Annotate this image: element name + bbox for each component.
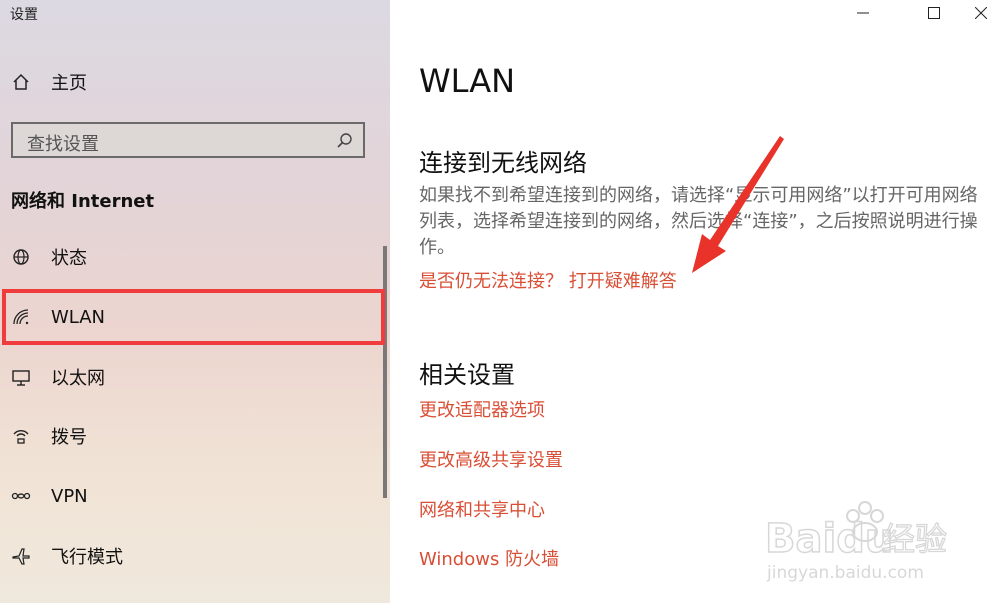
baidu-watermark: Baidu 经验 jingyan.baidu.com — [764, 490, 995, 585]
sidebar-item-airplane[interactable]: 飞行模式 — [0, 532, 385, 580]
sidebar-item-home[interactable]: 主页 — [0, 58, 385, 106]
sidebar-item-label: 拨号 — [51, 427, 87, 448]
sidebar-item-label: VPN — [51, 485, 88, 507]
search-icon[interactable] — [336, 132, 354, 150]
watermark-brand: Baidu — [765, 516, 893, 562]
section-title: 网络和 Internet — [11, 191, 155, 212]
sidebar-item-label: 主页 — [51, 73, 87, 94]
watermark-url: jingyan.baidu.com — [766, 563, 924, 583]
search-input[interactable]: 查找设置 — [11, 122, 365, 158]
wlan-highlight-box — [2, 289, 385, 345]
window-title: 设置 — [10, 7, 38, 23]
home-icon — [10, 71, 32, 93]
sidebar-scrollbar[interactable] — [383, 246, 387, 498]
sidebar-item-vpn[interactable]: VPN — [0, 472, 385, 520]
page-title: WLAN — [419, 62, 516, 100]
sidebar-item-status[interactable]: 状态 — [0, 233, 385, 281]
annotation-arrow — [692, 136, 784, 273]
troubleshoot-link[interactable]: 是否仍无法连接？ 打开疑难解答 — [419, 267, 677, 293]
search-placeholder: 查找设置 — [27, 134, 99, 155]
sidebar-item-ethernet[interactable]: 以太网 — [0, 353, 385, 401]
globe-icon — [10, 246, 32, 268]
watermark-suffix: 经验 — [883, 520, 947, 558]
connect-section-title: 连接到无线网络 — [419, 149, 587, 177]
sidebar-item-label: 以太网 — [51, 368, 105, 389]
airplane-icon — [10, 545, 32, 567]
related-settings-title: 相关设置 — [419, 361, 515, 389]
vpn-icon — [10, 485, 32, 507]
network-sharing-center-link[interactable]: 网络和共享中心 — [419, 496, 545, 522]
sidebar-item-label: 状态 — [51, 248, 87, 269]
sidebar-item-dialup[interactable]: 拨号 — [0, 412, 385, 460]
dialup-icon — [10, 425, 32, 447]
ethernet-icon — [10, 366, 32, 388]
sidebar-item-label: 飞行模式 — [51, 547, 123, 568]
advanced-sharing-link[interactable]: 更改高级共享设置 — [419, 446, 563, 472]
adapter-options-link[interactable]: 更改适配器选项 — [419, 396, 545, 422]
firewall-link[interactable]: Windows 防火墙 — [419, 545, 559, 571]
